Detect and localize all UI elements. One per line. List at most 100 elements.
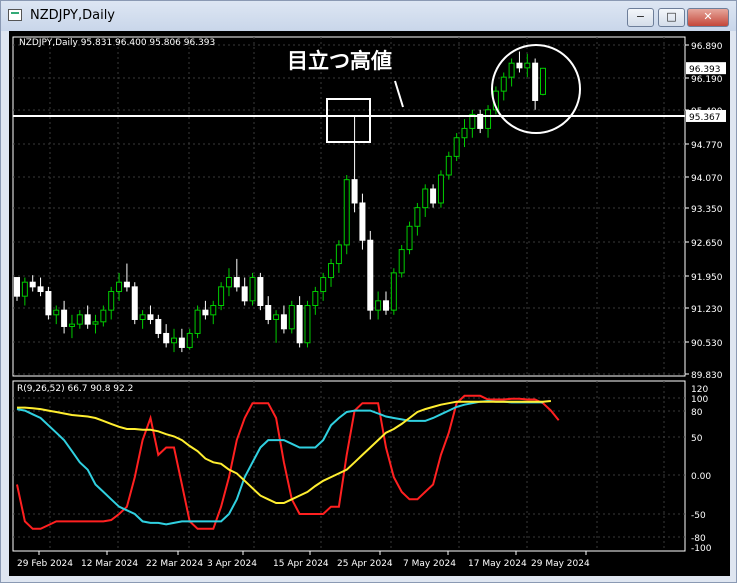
date-label: 17 May 2024 (468, 559, 527, 569)
candle-body (359, 202, 366, 241)
chart-svg[interactable]: 96.89096.19095.49094.77094.07093.35092.6… (9, 31, 730, 576)
date-label: 3 Apr 2024 (207, 559, 257, 569)
close-button[interactable]: ✕ (687, 8, 729, 27)
date-label: 15 Apr 2024 (273, 559, 329, 569)
price-tick-label: 89.830 (691, 371, 723, 381)
candle-body (14, 277, 20, 297)
chart-window: NZDJPY,Daily − □ ✕ 96.89096.19095.49094.… (0, 0, 737, 583)
candle-body (288, 304, 295, 330)
candle-body (540, 67, 546, 95)
candle-body (163, 332, 170, 344)
annotation-text: 目立つ高値 (287, 49, 392, 73)
chart-app-icon (8, 9, 22, 21)
candle-body (312, 291, 319, 306)
indicator-tick-label: -100 (691, 544, 712, 554)
price-tick-label: 96.890 (691, 42, 723, 52)
price-tick-label: 91.950 (691, 273, 723, 283)
date-label: 29 Feb 2024 (17, 559, 73, 569)
candle-body (225, 277, 232, 288)
candle-body (273, 314, 280, 320)
price-tick-label: 94.070 (691, 174, 723, 184)
candle-body (406, 225, 413, 251)
candle-body (218, 286, 225, 306)
candle-body (139, 314, 146, 320)
candle-body (45, 291, 52, 316)
candle-body (53, 309, 60, 316)
indicator-tick-label: 100 (691, 395, 708, 405)
candle-body (257, 277, 264, 306)
candle-body (68, 323, 75, 327)
candle-body (375, 300, 382, 311)
indicator-line-1 (16, 399, 543, 526)
title-bar[interactable]: NZDJPY,Daily − □ ✕ (1, 1, 736, 31)
candle-body (37, 286, 44, 293)
indicator-panel-border (12, 380, 686, 552)
candle-body (147, 314, 154, 320)
indicator-tick-label: 0.00 (691, 472, 711, 482)
candle-body (390, 272, 397, 311)
indicator-line-0 (16, 394, 560, 530)
price-tick-label: 96.190 (691, 75, 723, 85)
candle-body (241, 286, 248, 302)
annotation-arrow (394, 80, 404, 108)
price-tick-label: 92.650 (691, 239, 723, 249)
candle-body (194, 309, 201, 334)
candle-body (382, 300, 389, 311)
candle-body (508, 62, 515, 78)
candle-body (351, 179, 358, 204)
minimize-button[interactable]: − (627, 8, 654, 27)
candle-body (437, 174, 444, 204)
date-label: 22 Mar 2024 (146, 559, 203, 569)
candle-body (100, 309, 107, 323)
candle-body (131, 286, 138, 320)
date-label: 12 Mar 2024 (81, 559, 138, 569)
indicator-tick-label: 120 (691, 385, 708, 395)
date-label: 7 May 2024 (403, 559, 456, 569)
date-label: 29 May 2024 (531, 559, 590, 569)
candle-body (202, 309, 209, 316)
candle-body (76, 314, 83, 325)
candle-body (116, 281, 123, 293)
line-price-label: 95.367 (689, 113, 721, 123)
indicator-tick-label: 80 (691, 408, 703, 418)
candle-body (343, 179, 350, 246)
window-title: NZDJPY,Daily (30, 8, 115, 23)
candle-body (414, 207, 421, 227)
candle-body (92, 321, 99, 325)
candle-body (29, 281, 36, 288)
candle-body (123, 281, 130, 288)
candle-body (445, 155, 452, 176)
candle-body (210, 304, 217, 316)
candle-body (61, 309, 68, 327)
candle-body (485, 109, 492, 129)
chart-area[interactable]: 96.89096.19095.49094.77094.07093.35092.6… (9, 31, 730, 576)
candle-body (265, 304, 272, 320)
price-tick-label: 90.530 (691, 339, 723, 349)
price-tick-label: 91.230 (691, 305, 723, 315)
candle-body (280, 314, 287, 330)
candle-body (367, 239, 374, 311)
candle-body (532, 62, 539, 101)
date-label: 25 Apr 2024 (337, 559, 393, 569)
candle-body (249, 277, 256, 302)
candle-body (335, 244, 342, 265)
maximize-button[interactable]: □ (658, 8, 685, 27)
indicator-line-2 (17, 400, 551, 504)
candle-body (524, 62, 531, 69)
candle-body (516, 62, 523, 69)
candle-body (178, 337, 185, 348)
candle-body (108, 291, 115, 311)
indicator-tick-label: -50 (691, 511, 706, 521)
price-tick-label: 93.350 (691, 205, 723, 215)
current-price-label: 96.393 (689, 65, 721, 75)
candle-body (320, 277, 327, 293)
indicator-tick-label: 50 (691, 434, 703, 444)
indicator-label: R(9,26,52) 66.7 90.8 92.2 (17, 384, 133, 394)
candle-body (398, 249, 405, 274)
candle-body (171, 337, 178, 344)
candle-body (155, 318, 162, 334)
highlight-box (326, 98, 371, 143)
price-tick-label: 94.770 (691, 141, 723, 151)
candle-body (84, 314, 91, 325)
candle-body (304, 304, 311, 344)
